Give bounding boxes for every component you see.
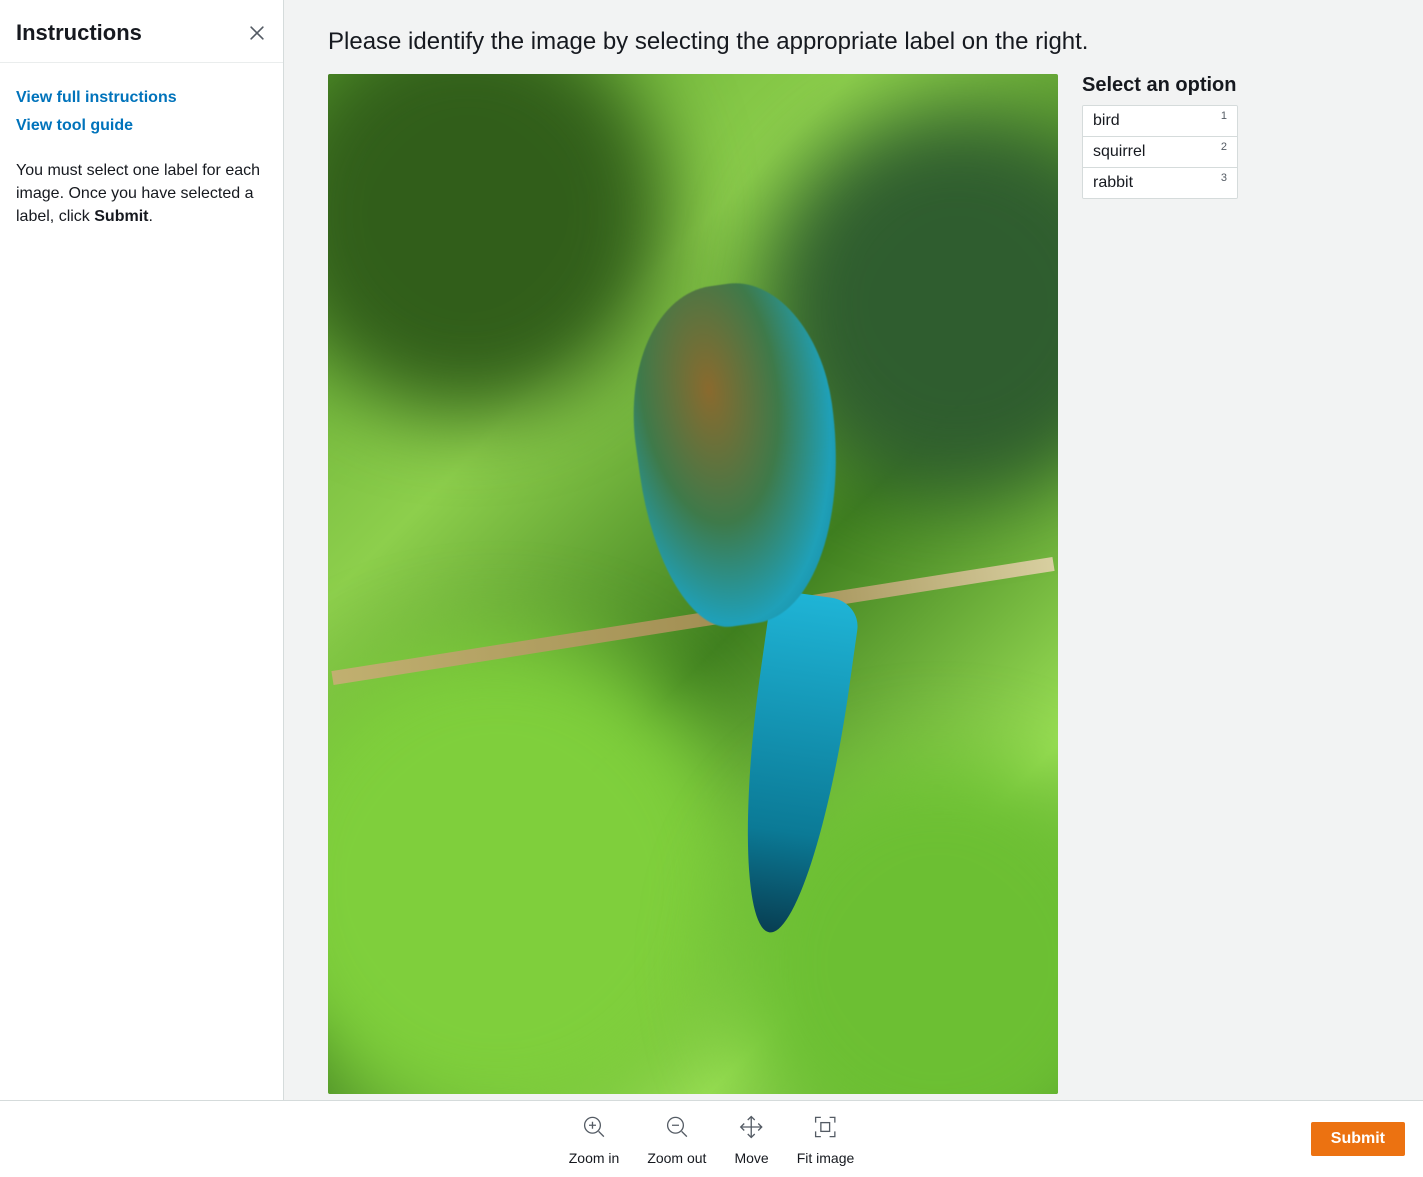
main-row: Instructions View full instructions View… [0, 0, 1423, 1100]
app-root: Instructions View full instructions View… [0, 0, 1423, 1177]
option-hotkey: 2 [1221, 141, 1227, 153]
view-full-instructions-link[interactable]: View full instructions [16, 89, 267, 107]
tool-center: Zoom in Zoom out Move [569, 1113, 855, 1166]
move-button[interactable]: Move [734, 1113, 768, 1166]
option-rabbit[interactable]: rabbit 3 [1083, 167, 1237, 198]
submit-button[interactable]: Submit [1311, 1122, 1405, 1156]
tool-label: Zoom in [569, 1150, 620, 1166]
image-pane [328, 74, 1058, 1076]
task-header: Please identify the image by selecting t… [328, 28, 1379, 56]
instruction-bold: Submit [94, 208, 148, 225]
tool-label: Zoom out [647, 1150, 706, 1166]
view-tool-guide-link[interactable]: View tool guide [16, 117, 267, 135]
task-image[interactable] [328, 74, 1058, 1094]
task-body: Select an option bird 1 squirrel 2 rabbi… [328, 74, 1379, 1076]
sidebar-instruction-text: You must select one label for each image… [16, 159, 267, 229]
options-title: Select an option [1082, 74, 1238, 97]
instruction-post: . [148, 208, 152, 225]
close-icon[interactable] [247, 23, 267, 43]
sidebar-title: Instructions [16, 20, 142, 46]
option-bird[interactable]: bird 1 [1083, 106, 1237, 136]
fit-image-icon [811, 1113, 839, 1144]
zoom-out-button[interactable]: Zoom out [647, 1113, 706, 1166]
fit-image-button[interactable]: Fit image [797, 1113, 855, 1166]
work-area: Please identify the image by selecting t… [284, 0, 1423, 1100]
option-label: rabbit [1093, 174, 1133, 192]
option-hotkey: 1 [1221, 110, 1227, 122]
option-label: bird [1093, 112, 1120, 130]
move-icon [738, 1113, 766, 1144]
option-list: bird 1 squirrel 2 rabbit 3 [1082, 105, 1238, 199]
option-label: squirrel [1093, 143, 1145, 161]
instructions-sidebar: Instructions View full instructions View… [0, 0, 284, 1100]
sidebar-header: Instructions [0, 0, 283, 63]
option-squirrel[interactable]: squirrel 2 [1083, 136, 1237, 167]
sidebar-body: View full instructions View tool guide Y… [0, 63, 283, 245]
tool-label: Move [734, 1150, 768, 1166]
zoom-out-icon [663, 1113, 691, 1144]
option-hotkey: 3 [1221, 172, 1227, 184]
zoom-in-button[interactable]: Zoom in [569, 1113, 620, 1166]
zoom-in-icon [580, 1113, 608, 1144]
footer-right: Submit [1311, 1122, 1423, 1156]
footer-toolbar: Zoom in Zoom out Move [0, 1100, 1423, 1177]
tool-label: Fit image [797, 1150, 855, 1166]
options-pane: Select an option bird 1 squirrel 2 rabbi… [1082, 74, 1238, 1076]
